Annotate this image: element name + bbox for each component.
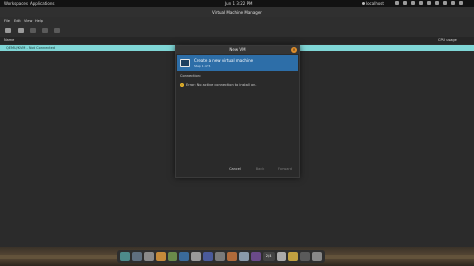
dock: 2/4 <box>117 250 325 263</box>
shutdown-icon[interactable] <box>54 28 60 33</box>
top-panel: Workspaces Applications Jun 1 3:22 PM lo… <box>0 0 474 7</box>
dock-app-1-icon[interactable] <box>120 252 130 261</box>
keyboard-icon[interactable] <box>443 1 447 5</box>
notifications-icon[interactable] <box>427 1 431 5</box>
open-icon[interactable] <box>18 28 24 33</box>
monitor-icon <box>180 59 190 67</box>
window-title: Virtual Machine Manager <box>212 10 262 15</box>
workspaces-button[interactable]: Workspaces <box>4 0 28 7</box>
banner-title: Create a new virtual machine <box>194 58 254 63</box>
dock-app-4-icon[interactable] <box>155 252 166 261</box>
new-vm-dialog: New VM × Create a new virtual machine St… <box>175 45 300 178</box>
dialog-title[interactable]: New VM <box>176 46 299 54</box>
dock-app-16-icon[interactable] <box>312 252 323 261</box>
menubar: File Edit View Help <box>0 17 474 25</box>
dock-app-8-icon[interactable] <box>203 252 214 261</box>
workspace-indicator[interactable]: 2/4 <box>262 252 275 261</box>
settings-icon[interactable] <box>435 1 439 5</box>
battery-icon[interactable] <box>419 1 423 5</box>
power-icon[interactable] <box>459 1 463 5</box>
run-icon[interactable] <box>30 28 36 33</box>
network-icon[interactable] <box>395 1 399 5</box>
forward-button[interactable]: Forward <box>275 165 295 173</box>
menu-help[interactable]: Help <box>35 17 43 25</box>
vm-list-header: Name CPU usage <box>0 37 474 44</box>
dock-app-2-icon[interactable] <box>131 252 142 261</box>
dock-app-10-icon[interactable] <box>227 252 237 261</box>
user-icon[interactable] <box>451 1 455 5</box>
menu-edit[interactable]: Edit <box>14 17 21 25</box>
system-tray <box>395 1 463 5</box>
dock-app-6-icon[interactable] <box>179 252 190 261</box>
clock[interactable]: Jun 1 3:22 PM <box>225 0 252 7</box>
hostname-label[interactable]: localhost <box>366 0 384 7</box>
pause-icon[interactable] <box>42 28 48 33</box>
dock-app-14-icon[interactable] <box>288 252 299 261</box>
cancel-button[interactable]: Cancel <box>225 165 245 173</box>
dock-app-3-icon[interactable] <box>143 252 154 261</box>
toolbar <box>0 25 474 37</box>
menu-file[interactable]: File <box>4 17 10 25</box>
wizard-banner: Create a new virtual machine Step 1 of 5 <box>177 55 298 71</box>
back-button[interactable]: Back <box>250 165 270 173</box>
dock-app-13-icon[interactable] <box>276 252 287 261</box>
dock-app-7-icon[interactable] <box>191 252 202 261</box>
connection-label: Connection: <box>180 74 201 78</box>
menu-view[interactable]: View <box>24 17 32 25</box>
dock-app-15-icon[interactable] <box>300 252 311 261</box>
window-titlebar[interactable]: Virtual Machine Manager <box>0 7 474 17</box>
dock-app-9-icon[interactable] <box>215 252 226 261</box>
dock-app-5-icon[interactable] <box>167 252 178 261</box>
error-message: ! Error: No active connection to install… <box>180 83 256 87</box>
warning-icon: ! <box>180 83 184 87</box>
column-cpu-usage[interactable]: CPU usage <box>438 37 457 44</box>
new-vm-icon[interactable] <box>5 28 11 33</box>
volume-icon[interactable] <box>411 1 415 5</box>
banner-step: Step 1 of 5 <box>194 64 211 68</box>
error-text: Error: No active connection to install o… <box>186 83 257 87</box>
dock-app-12-icon[interactable] <box>250 252 261 261</box>
bluetooth-icon[interactable] <box>403 1 407 5</box>
dock-app-11-icon[interactable] <box>238 252 249 261</box>
applications-menu[interactable]: Applications <box>30 0 54 7</box>
dialog-buttons: Cancel Back Forward <box>176 165 299 173</box>
column-name[interactable]: Name <box>4 37 14 44</box>
status-dot-icon <box>362 2 365 5</box>
close-icon[interactable]: × <box>291 47 297 53</box>
connection-label: QEMU/KVM - Not Connected <box>6 46 56 50</box>
